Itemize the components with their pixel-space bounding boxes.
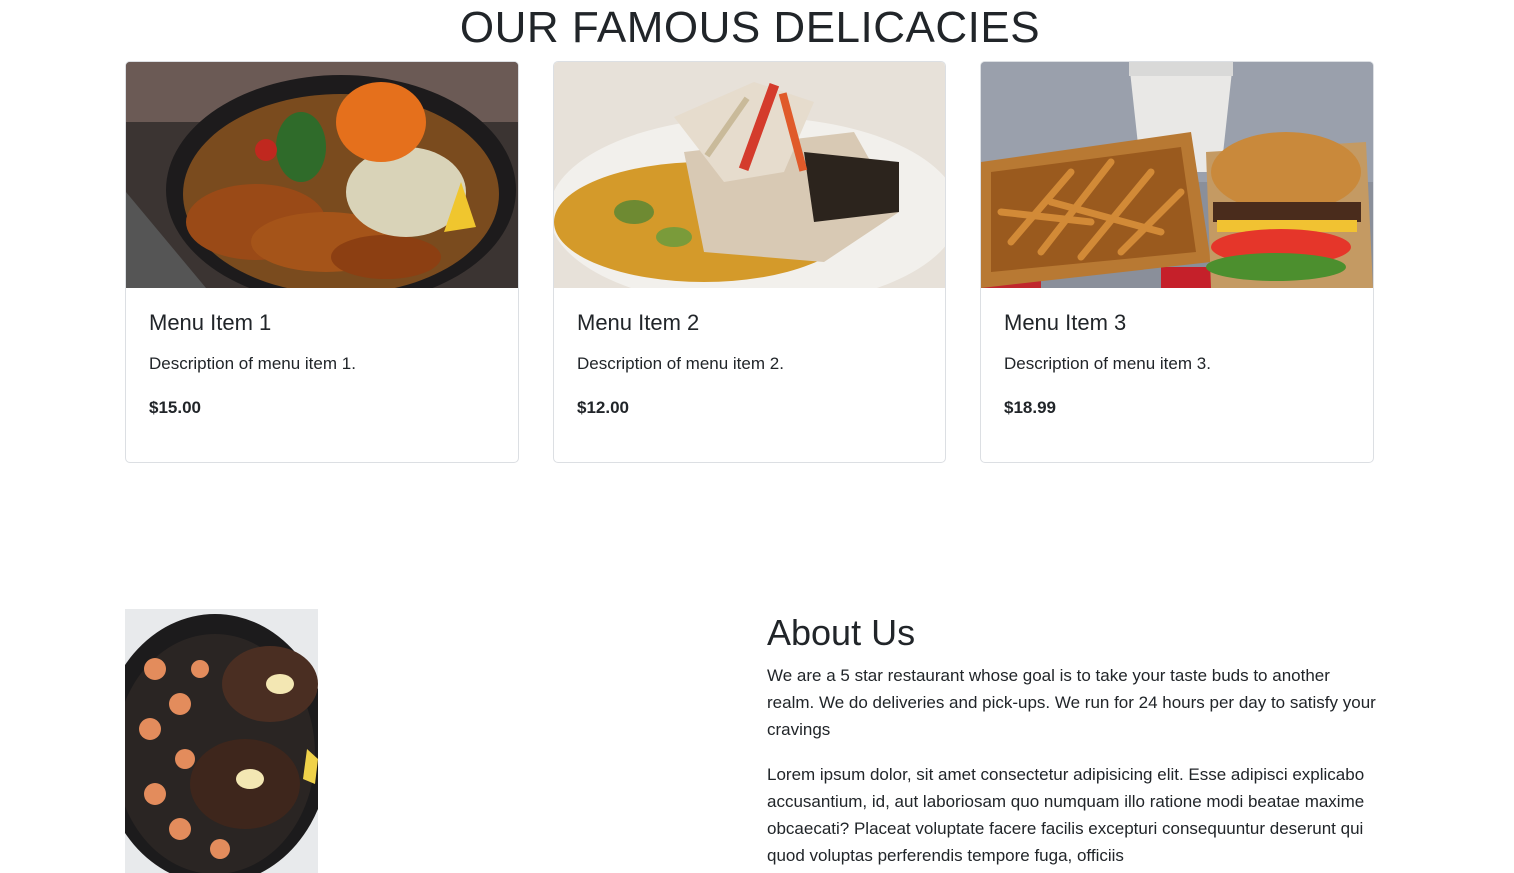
menu-item-price: $15.00 bbox=[149, 398, 201, 417]
menu-cards: Menu Item 1 Description of menu item 1. … bbox=[125, 61, 1374, 463]
about-paragraph: Lorem ipsum dolor, sit amet consectetur … bbox=[767, 765, 1365, 865]
menu-item-image bbox=[981, 62, 1373, 288]
menu-item-title: Menu Item 1 bbox=[149, 310, 272, 335]
page: OUR FAMOUS DELICACIES Menu Item 1 Descri… bbox=[0, 0, 1514, 873]
about-title: About Us bbox=[767, 612, 916, 653]
menu-card: Menu Item 3 Description of menu item 3. … bbox=[980, 61, 1374, 463]
menu-item-title: Menu Item 3 bbox=[1004, 310, 1127, 335]
section-title: OUR FAMOUS DELICACIES bbox=[459, 3, 1041, 52]
menu-item-description: Description of menu item 3. bbox=[1004, 354, 1211, 373]
menu-card: Menu Item 2 Description of menu item 2. … bbox=[553, 61, 946, 463]
menu-item-title: Menu Item 2 bbox=[577, 310, 700, 335]
menu-item-price: $12.00 bbox=[577, 398, 629, 417]
about-paragraph: We are a 5 star restaurant whose goal is… bbox=[767, 666, 1376, 739]
menu-card: Menu Item 1 Description of menu item 1. … bbox=[125, 61, 519, 463]
about-image bbox=[125, 609, 318, 873]
menu-item-description: Description of menu item 1. bbox=[149, 354, 356, 373]
menu-item-price: $18.99 bbox=[1004, 398, 1056, 417]
menu-item-image bbox=[554, 62, 945, 288]
menu-item-image bbox=[126, 62, 518, 288]
menu-item-description: Description of menu item 2. bbox=[577, 354, 784, 373]
